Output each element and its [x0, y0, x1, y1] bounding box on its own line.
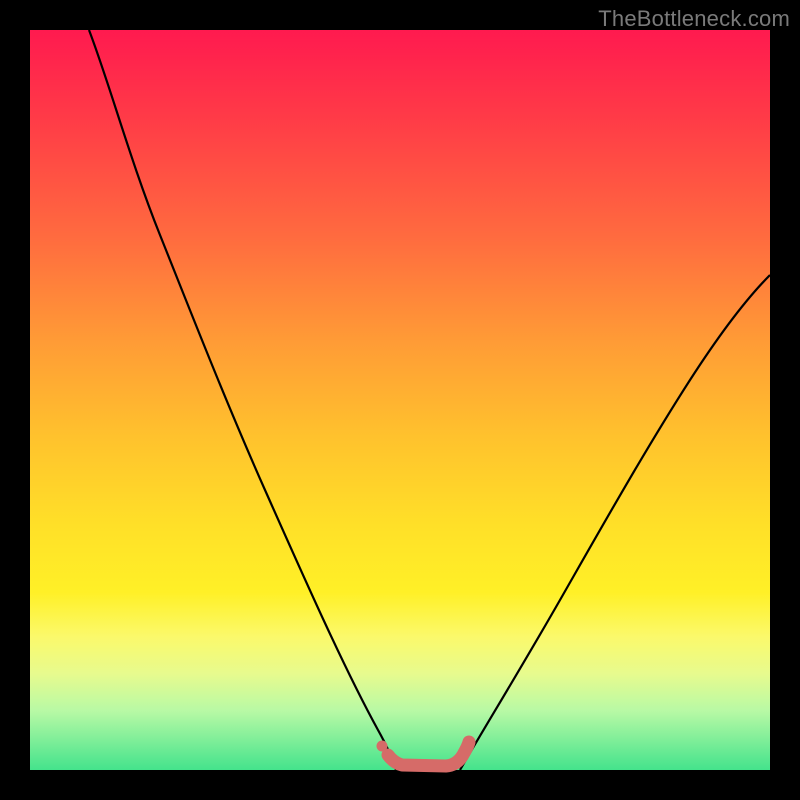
chart-frame: TheBottleneck.com — [0, 0, 800, 800]
marker-strip — [388, 742, 469, 766]
curve-layer — [30, 30, 770, 770]
right-curve — [460, 275, 770, 770]
plot-area — [30, 30, 770, 770]
left-curve — [89, 30, 396, 770]
watermark-text: TheBottleneck.com — [598, 6, 790, 32]
